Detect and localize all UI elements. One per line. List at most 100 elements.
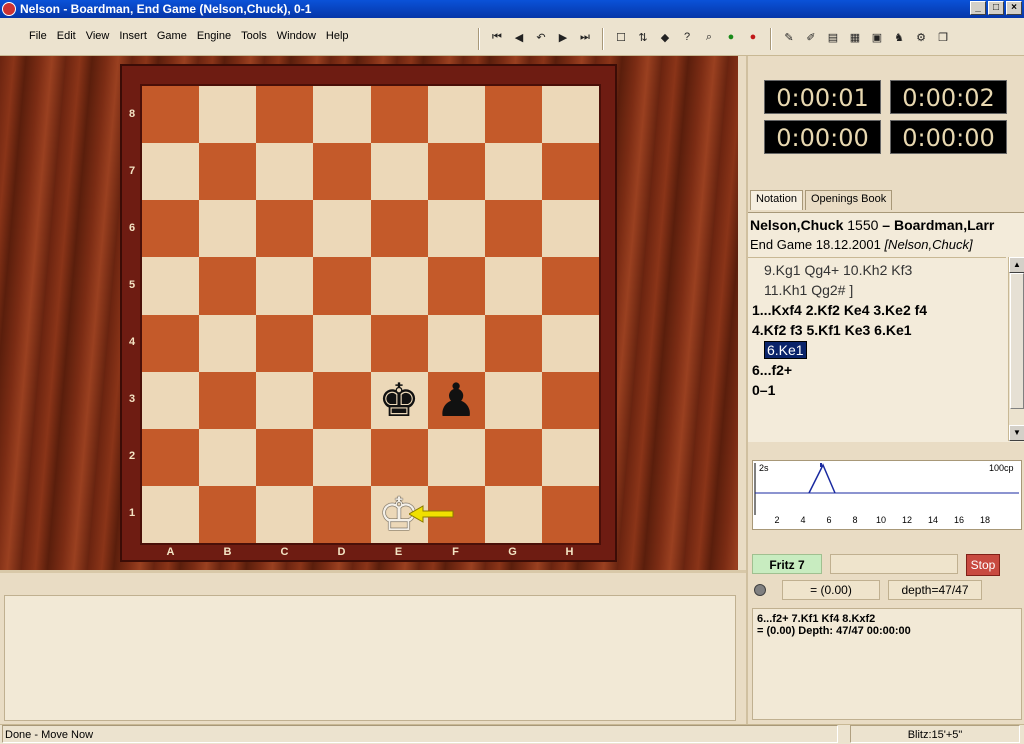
window-icon[interactable]: ▣ bbox=[868, 28, 886, 46]
square-e7[interactable] bbox=[370, 143, 428, 201]
square-h6[interactable] bbox=[541, 200, 599, 258]
main-line[interactable]: 6...f2+ bbox=[752, 362, 1002, 382]
square-a5[interactable] bbox=[142, 257, 200, 315]
square-e5[interactable] bbox=[370, 257, 428, 315]
square-a4[interactable] bbox=[142, 314, 200, 372]
stop-icon[interactable]: ● bbox=[744, 28, 762, 46]
menu-edit[interactable]: Edit bbox=[52, 30, 81, 42]
chess-board[interactable]: ♚ ♟ ♔ bbox=[140, 84, 601, 545]
square-a1[interactable] bbox=[142, 485, 200, 543]
square-c2[interactable] bbox=[256, 428, 314, 486]
next-move-icon[interactable]: ▶ bbox=[554, 28, 572, 46]
square-f4[interactable] bbox=[427, 314, 485, 372]
square-g1[interactable] bbox=[484, 485, 542, 543]
move-list[interactable]: 9.Kg1 Qg4+ 10.Kh2 Kf3 11.Kh1 Qg2# ] 1...… bbox=[748, 257, 1006, 441]
square-e6[interactable] bbox=[370, 200, 428, 258]
square-h8[interactable] bbox=[541, 86, 599, 144]
square-h2[interactable] bbox=[541, 428, 599, 486]
take-back-icon[interactable]: ↶ bbox=[532, 28, 550, 46]
last-move-icon[interactable]: ⏭ bbox=[576, 28, 594, 46]
square-c1[interactable] bbox=[256, 485, 314, 543]
square-d2[interactable] bbox=[313, 428, 371, 486]
square-e2[interactable] bbox=[370, 428, 428, 486]
square-c3[interactable] bbox=[256, 371, 314, 429]
variation-line[interactable]: 11.Kh1 Qg2# ] bbox=[752, 282, 1002, 302]
square-g7[interactable] bbox=[484, 143, 542, 201]
menu-engine[interactable]: Engine bbox=[192, 30, 236, 42]
edit-icon[interactable]: ✐ bbox=[802, 28, 820, 46]
book-icon[interactable]: ▤ bbox=[824, 28, 842, 46]
square-b2[interactable] bbox=[199, 428, 257, 486]
menu-view[interactable]: View bbox=[81, 30, 115, 42]
square-b7[interactable] bbox=[199, 143, 257, 201]
square-d1[interactable] bbox=[313, 485, 371, 543]
tab-notation[interactable]: Notation bbox=[750, 190, 803, 210]
square-f8[interactable] bbox=[427, 86, 485, 144]
square-b3[interactable] bbox=[199, 371, 257, 429]
square-g3[interactable] bbox=[484, 371, 542, 429]
scroll-up-icon[interactable]: ▲ bbox=[1009, 257, 1024, 273]
square-a6[interactable] bbox=[142, 200, 200, 258]
square-g5[interactable] bbox=[484, 257, 542, 315]
board-setup-icon[interactable]: ✎ bbox=[780, 28, 798, 46]
square-a2[interactable] bbox=[142, 428, 200, 486]
hint-icon[interactable]: ◆ bbox=[656, 28, 674, 46]
square-f7[interactable] bbox=[427, 143, 485, 201]
main-line[interactable]: 4.Kf2 f3 5.Kf1 Ke3 6.Ke1 bbox=[752, 322, 1002, 342]
square-g4[interactable] bbox=[484, 314, 542, 372]
square-d4[interactable] bbox=[313, 314, 371, 372]
table-icon[interactable]: ▦ bbox=[846, 28, 864, 46]
menu-window[interactable]: Window bbox=[272, 30, 321, 42]
menu-file[interactable]: File bbox=[24, 30, 52, 42]
first-move-icon[interactable]: ⏮ bbox=[488, 28, 506, 46]
square-d3[interactable] bbox=[313, 371, 371, 429]
square-b4[interactable] bbox=[199, 314, 257, 372]
minimize-button[interactable]: _ bbox=[970, 1, 986, 15]
layout-icon[interactable]: ❐ bbox=[934, 28, 952, 46]
square-d6[interactable] bbox=[313, 200, 371, 258]
square-g2[interactable] bbox=[484, 428, 542, 486]
square-g8[interactable] bbox=[484, 86, 542, 144]
engine-name[interactable]: Fritz 7 bbox=[752, 554, 822, 574]
scroll-down-icon[interactable]: ▼ bbox=[1009, 425, 1024, 441]
current-move[interactable]: 6.Ke1 bbox=[764, 341, 807, 359]
square-h1[interactable] bbox=[541, 485, 599, 543]
square-h4[interactable] bbox=[541, 314, 599, 372]
new-game-icon[interactable]: ☐ bbox=[612, 28, 630, 46]
stop-button[interactable]: Stop bbox=[966, 554, 1000, 576]
menu-insert[interactable]: Insert bbox=[114, 30, 152, 42]
close-button[interactable]: × bbox=[1006, 1, 1022, 15]
square-a3[interactable] bbox=[142, 371, 200, 429]
piece-f3[interactable]: ♟ bbox=[428, 372, 485, 429]
square-c4[interactable] bbox=[256, 314, 314, 372]
square-d7[interactable] bbox=[313, 143, 371, 201]
square-h5[interactable] bbox=[541, 257, 599, 315]
square-b6[interactable] bbox=[199, 200, 257, 258]
analysis-icon[interactable]: ? bbox=[678, 28, 696, 46]
flip-board-icon[interactable]: ⇅ bbox=[634, 28, 652, 46]
piece-e3[interactable]: ♚ bbox=[371, 372, 428, 429]
menu-help[interactable]: Help bbox=[321, 30, 354, 42]
square-a7[interactable] bbox=[142, 143, 200, 201]
square-h7[interactable] bbox=[541, 143, 599, 201]
square-b5[interactable] bbox=[199, 257, 257, 315]
square-c7[interactable] bbox=[256, 143, 314, 201]
square-b8[interactable] bbox=[199, 86, 257, 144]
main-line[interactable]: 1...Kxf4 2.Kf2 Ke4 3.Ke2 f4 bbox=[752, 302, 1002, 322]
square-f5[interactable] bbox=[427, 257, 485, 315]
square-c5[interactable] bbox=[256, 257, 314, 315]
square-g6[interactable] bbox=[484, 200, 542, 258]
tab-openings-book[interactable]: Openings Book bbox=[804, 190, 893, 210]
go-icon[interactable]: ● bbox=[722, 28, 740, 46]
maximize-button[interactable]: □ bbox=[988, 1, 1004, 15]
square-d5[interactable] bbox=[313, 257, 371, 315]
scroll-thumb[interactable] bbox=[1010, 273, 1024, 409]
square-h3[interactable] bbox=[541, 371, 599, 429]
menu-tools[interactable]: Tools bbox=[236, 30, 272, 42]
square-f6[interactable] bbox=[427, 200, 485, 258]
square-c6[interactable] bbox=[256, 200, 314, 258]
square-d8[interactable] bbox=[313, 86, 371, 144]
square-c8[interactable] bbox=[256, 86, 314, 144]
square-b1[interactable] bbox=[199, 485, 257, 543]
variation-line[interactable]: 9.Kg1 Qg4+ 10.Kh2 Kf3 bbox=[752, 262, 1002, 282]
